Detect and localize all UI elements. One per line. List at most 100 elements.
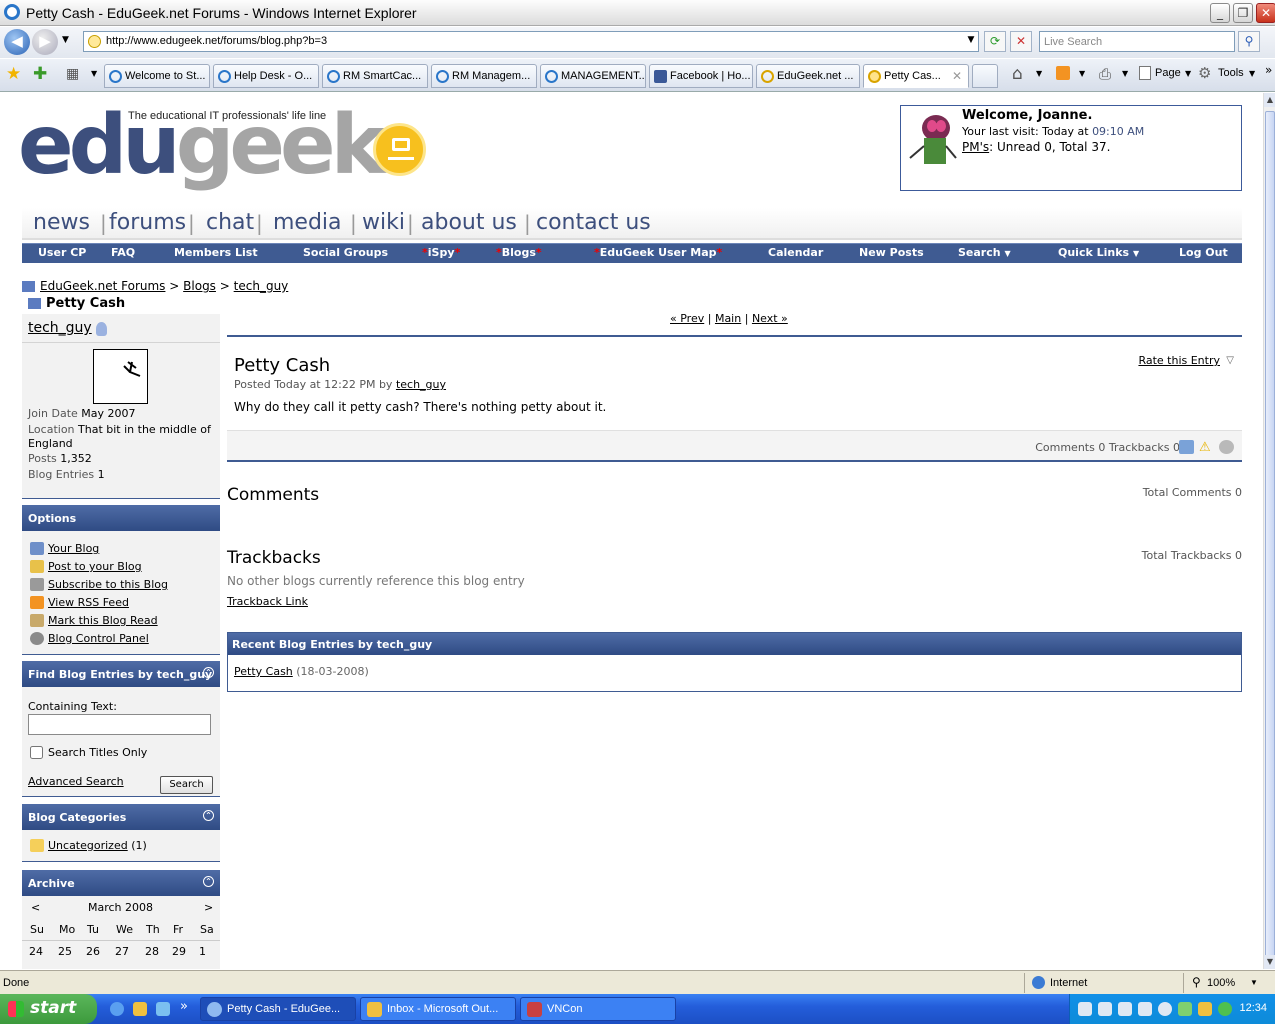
history-dropdown-icon[interactable]: ▼: [62, 35, 69, 45]
tab-6[interactable]: Facebook | Ho...: [649, 64, 753, 88]
recent-entry-link[interactable]: Petty Cash: [234, 665, 293, 678]
containing-text-input[interactable]: [28, 714, 211, 735]
pms-link[interactable]: PM's: [962, 140, 989, 154]
calendar-day[interactable]: 1: [199, 945, 206, 958]
entry-author-link[interactable]: tech_guy: [396, 378, 446, 391]
your-blog-link[interactable]: Your Blog: [48, 542, 99, 555]
warning-report-icon[interactable]: ⚠: [1199, 440, 1214, 455]
tray-icon[interactable]: [1138, 1002, 1152, 1016]
new-tab-button[interactable]: [972, 64, 998, 88]
tray-icon[interactable]: [1078, 1002, 1092, 1016]
page-menu[interactable]: Page: [1155, 67, 1181, 79]
task-inbox[interactable]: Inbox - Microsoft Out...: [360, 997, 516, 1021]
search-button[interactable]: Search: [160, 776, 213, 794]
blogger-username[interactable]: tech_guy: [28, 320, 92, 336]
page-dropdown-icon[interactable]: ▼: [1185, 69, 1191, 78]
scroll-up-icon[interactable]: ▲: [1264, 93, 1275, 107]
breadcrumb-blogs[interactable]: Blogs: [183, 279, 216, 293]
task-vncon[interactable]: VNCon: [520, 997, 676, 1021]
nav-media[interactable]: media: [273, 210, 342, 235]
email-entry-icon[interactable]: [1179, 440, 1194, 454]
quicklaunch-outlook-icon[interactable]: [133, 1002, 147, 1016]
calendar-day[interactable]: 27: [115, 945, 129, 958]
subscribe-link[interactable]: Subscribe to this Blog: [48, 578, 168, 591]
next-entry-link[interactable]: Next »: [752, 312, 788, 325]
home-dropdown-icon[interactable]: ▼: [1036, 69, 1042, 78]
zoom-level[interactable]: 100%: [1207, 977, 1235, 989]
tab-7[interactable]: EduGeek.net ...: [756, 64, 860, 88]
calendar-day[interactable]: 26: [86, 945, 100, 958]
scroll-down-icon[interactable]: ▼: [1264, 955, 1275, 969]
start-button[interactable]: start: [0, 994, 97, 1024]
prev-month-button[interactable]: <: [31, 901, 40, 914]
next-month-button[interactable]: >: [204, 901, 213, 914]
nav-contact-us[interactable]: contact us: [536, 210, 651, 235]
nav-faq[interactable]: FAQ: [111, 246, 135, 259]
category-link[interactable]: Uncategorized: [48, 839, 128, 852]
nav-social-groups[interactable]: Social Groups: [303, 246, 388, 259]
tray-icon[interactable]: [1178, 1002, 1192, 1016]
nav-members-list[interactable]: Members List: [174, 246, 258, 259]
forward-button[interactable]: ▶: [32, 29, 58, 55]
tab-close-icon[interactable]: ✕: [952, 69, 962, 83]
tools-menu[interactable]: Tools: [1218, 67, 1244, 79]
main-link[interactable]: Main: [715, 312, 741, 325]
rate-entry-menu[interactable]: Rate this Entry ▽: [1138, 354, 1234, 367]
rss-icon[interactable]: [1056, 66, 1070, 80]
live-search-input[interactable]: Live Search: [1039, 31, 1235, 52]
tab-2[interactable]: Help Desk - O...: [213, 64, 319, 88]
post-to-blog-link[interactable]: Post to your Blog: [48, 560, 142, 573]
chevron-more-icon[interactable]: »: [1265, 63, 1272, 77]
site-logo[interactable]: edugeek: [18, 105, 385, 187]
advanced-search-link[interactable]: Advanced Search: [28, 775, 124, 788]
calendar-day[interactable]: 25: [58, 945, 72, 958]
nav-about-us[interactable]: about us: [421, 210, 517, 235]
search-icon[interactable]: ⚲: [1238, 31, 1260, 52]
nav-user-map[interactable]: *EduGeek User Map*: [594, 246, 722, 259]
breadcrumb-forums[interactable]: EduGeek.net Forums: [40, 279, 165, 293]
tab-1[interactable]: Welcome to St...: [104, 64, 210, 88]
nav-ispy[interactable]: *iSpy*: [422, 246, 460, 259]
stop-icon[interactable]: ✕: [1010, 31, 1032, 52]
collapse-icon[interactable]: ⌃: [203, 810, 214, 821]
breadcrumb-user[interactable]: tech_guy: [234, 279, 289, 293]
nav-wiki[interactable]: wiki: [362, 210, 405, 235]
nav-calendar[interactable]: Calendar: [768, 246, 823, 259]
mark-read-link[interactable]: Mark this Blog Read: [48, 614, 158, 627]
tab-3[interactable]: RM SmartCac...: [322, 64, 428, 88]
tray-icon[interactable]: [1158, 1002, 1172, 1016]
nav-log-out[interactable]: Log Out: [1179, 246, 1228, 259]
tab-active[interactable]: Petty Cas... ✕: [863, 64, 969, 88]
tab-4[interactable]: RM Managem...: [431, 64, 537, 88]
nav-chat[interactable]: chat: [206, 210, 254, 235]
tray-icon[interactable]: [1198, 1002, 1212, 1016]
tools-dropdown-icon[interactable]: ▼: [1249, 69, 1255, 78]
prev-entry-link[interactable]: « Prev: [670, 312, 704, 325]
titles-only-checkbox[interactable]: [30, 746, 43, 759]
rss-feed-link[interactable]: View RSS Feed: [48, 596, 129, 609]
control-panel-link[interactable]: Blog Control Panel: [48, 632, 149, 645]
add-favorite-icon[interactable]: ✚: [33, 64, 47, 84]
calendar-day[interactable]: 24: [29, 945, 43, 958]
print-dropdown-icon[interactable]: ▼: [1122, 69, 1128, 78]
collapse-icon[interactable]: ⌃: [203, 667, 214, 678]
calendar-day[interactable]: 29: [172, 945, 186, 958]
close-button[interactable]: ✕: [1256, 3, 1275, 23]
tray-icon[interactable]: [1098, 1002, 1112, 1016]
nav-search[interactable]: Search ▼: [958, 246, 1011, 259]
minimize-button[interactable]: _: [1210, 3, 1230, 23]
refresh-icon[interactable]: ⟳: [984, 31, 1006, 52]
nav-quick-links[interactable]: Quick Links ▼: [1058, 246, 1139, 259]
tray-icon[interactable]: [1218, 1002, 1232, 1016]
address-dropdown-icon[interactable]: ▼: [960, 31, 982, 52]
zoom-dropdown-icon[interactable]: ▼: [1250, 978, 1258, 987]
back-button[interactable]: ◀: [4, 29, 30, 55]
nav-forums[interactable]: forums: [109, 210, 186, 235]
nav-news[interactable]: news: [33, 210, 90, 235]
quicklaunch-more-icon[interactable]: »: [180, 999, 188, 1014]
tab-list-icon[interactable]: ▼: [91, 69, 97, 78]
nav-user-cp[interactable]: User CP: [38, 246, 86, 259]
collapse-icon[interactable]: ⌃: [203, 876, 214, 887]
scroll-thumb[interactable]: [1265, 111, 1275, 957]
maximize-button[interactable]: ❐: [1233, 3, 1253, 23]
